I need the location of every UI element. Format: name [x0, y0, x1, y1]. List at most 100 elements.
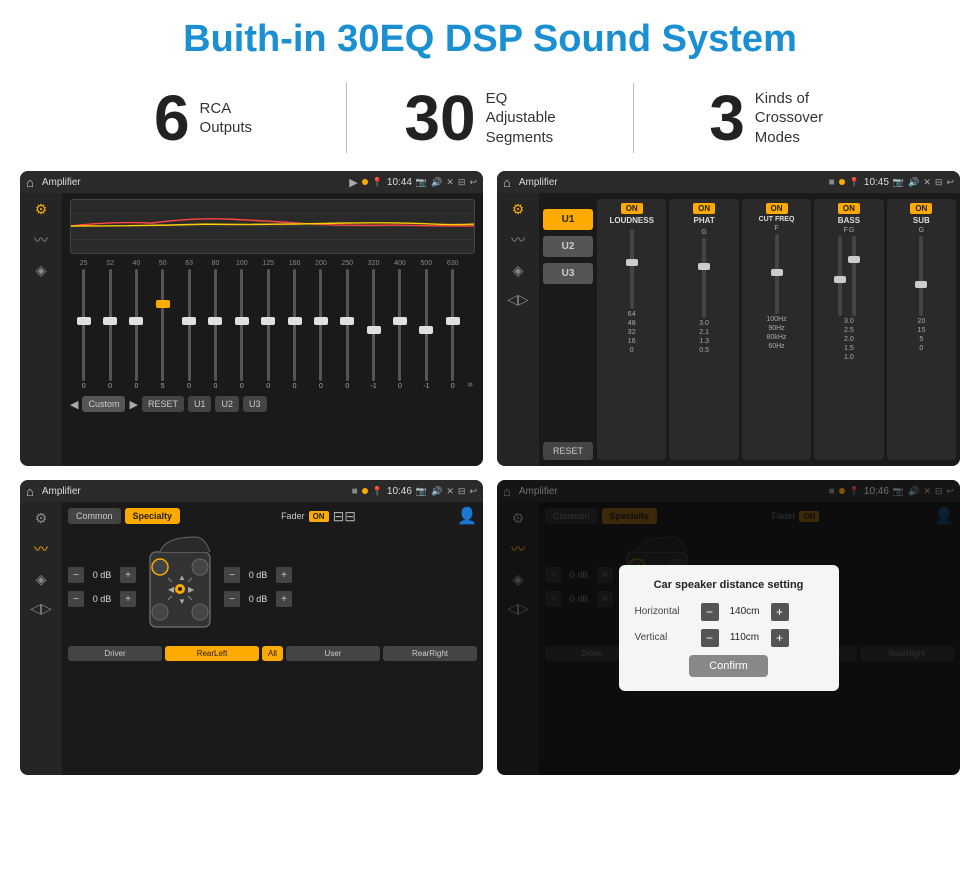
eq-slider-11[interactable]	[372, 269, 375, 381]
eq-slider-8[interactable]	[293, 269, 296, 381]
phat-toggle[interactable]: ON	[693, 203, 715, 214]
crossover-sidebar: ⚙ 〰 ◈ ◁▷	[497, 193, 539, 466]
eq-custom-btn[interactable]: Custom	[82, 396, 125, 412]
u2-btn[interactable]: U2	[543, 236, 593, 257]
vertical-plus-btn[interactable]: +	[771, 629, 789, 647]
minimize-icon-3[interactable]: ⊟	[458, 486, 466, 497]
loudness-toggle[interactable]: ON	[621, 203, 643, 214]
eq-slider-14[interactable]	[451, 269, 454, 381]
back-icon-3[interactable]: ↩	[469, 486, 477, 497]
eq-filter-icon[interactable]: ⚙	[35, 201, 48, 218]
eq-col-1: 32 0	[98, 260, 121, 390]
driver-btn[interactable]: Driver	[68, 646, 162, 661]
horizontal-minus-btn[interactable]: −	[701, 603, 719, 621]
specialty-tab[interactable]: Specialty	[125, 508, 181, 524]
camera-icon-3: 📷	[416, 486, 427, 497]
eq-wave-icon[interactable]: 〰	[34, 230, 48, 250]
crossover-filter-icon[interactable]: ⚙	[512, 201, 525, 218]
minimize-icon-2[interactable]: ⊟	[935, 177, 943, 188]
sub-label: SUB	[913, 216, 930, 225]
eq-slider-1[interactable]	[109, 269, 112, 381]
car-diagram: ▲ ▼ ◀ ▶	[140, 532, 220, 642]
fader-buttons: Driver RearLeft All User RearRight	[68, 646, 477, 661]
eq-slider-4[interactable]	[188, 269, 191, 381]
fader-tr-minus[interactable]: −	[224, 567, 240, 583]
user-btn[interactable]: User	[286, 646, 380, 661]
bass-toggle[interactable]: ON	[838, 203, 860, 214]
fader-wave-icon[interactable]: 〰	[34, 539, 48, 559]
eq-slider-3[interactable]	[161, 269, 164, 381]
fader-vol-icon[interactable]: ◁▷	[30, 600, 52, 617]
confirm-button[interactable]: Confirm	[689, 655, 768, 677]
fader-tr-plus[interactable]: +	[276, 567, 292, 583]
home-icon-2[interactable]: ⌂	[503, 175, 511, 190]
fader-controls: Fader ON ⊟⊟	[281, 508, 356, 525]
loudness-label: LOUDNESS	[609, 216, 653, 225]
crossover-wave-icon[interactable]: 〰	[511, 230, 525, 250]
eq-more-icon[interactable]: »	[467, 379, 473, 390]
fader-br-minus[interactable]: −	[224, 591, 240, 607]
eq-col-10: 250 0	[336, 260, 359, 390]
eq-speaker-icon[interactable]: ◈	[36, 262, 47, 279]
eq-slider-5[interactable]	[214, 269, 217, 381]
volume-icon: 🔊	[431, 177, 442, 188]
eq-col-14: 630 0	[441, 260, 464, 390]
svg-text:▲: ▲	[178, 573, 186, 582]
eq-slider-6[interactable]	[240, 269, 243, 381]
crossover-main: U1 U2 U3 RESET ON LOUDNESS	[543, 199, 956, 460]
home-icon-3[interactable]: ⌂	[26, 484, 34, 499]
u1-btn[interactable]: U1	[543, 209, 593, 230]
eq-reset-btn[interactable]: RESET	[142, 396, 184, 412]
distance-dialog: Car speaker distance setting Horizontal …	[619, 565, 839, 691]
play-icon[interactable]: ▶	[349, 176, 357, 189]
status-dot-2	[839, 179, 845, 185]
fader-filter-icon[interactable]: ⚙	[35, 510, 48, 527]
eq-slider-9[interactable]	[319, 269, 322, 381]
crossover-speaker-icon[interactable]: ◈	[513, 262, 524, 279]
eq-slider-12[interactable]	[398, 269, 401, 381]
back-icon-1[interactable]: ↩	[469, 177, 477, 188]
crossover-reset-btn[interactable]: RESET	[543, 442, 593, 460]
fader-br-plus[interactable]: +	[276, 591, 292, 607]
fader-speaker-icon[interactable]: ◈	[36, 571, 47, 588]
fader-bl-minus[interactable]: −	[68, 591, 84, 607]
fader-sliders-icon[interactable]: ⊟⊟	[333, 508, 356, 525]
fader-bl-plus[interactable]: +	[120, 591, 136, 607]
vertical-minus-btn[interactable]: −	[701, 629, 719, 647]
eq-slider-13[interactable]	[425, 269, 428, 381]
eq-slider-2[interactable]	[135, 269, 138, 381]
horizontal-plus-btn[interactable]: +	[771, 603, 789, 621]
close-icon-1[interactable]: ✕	[446, 177, 454, 188]
rearleft-btn[interactable]: RearLeft	[165, 646, 259, 661]
eq-u1-btn[interactable]: U1	[188, 396, 212, 412]
crossover-vol-icon[interactable]: ◁▷	[507, 291, 529, 308]
home-icon[interactable]: ⌂	[26, 175, 34, 190]
eq-u3-btn[interactable]: U3	[243, 396, 267, 412]
fader-driver-label	[68, 664, 76, 668]
sub-toggle[interactable]: ON	[910, 203, 932, 214]
all-btn[interactable]: All	[262, 646, 283, 661]
fader-tl-minus[interactable]: −	[68, 567, 84, 583]
stat-eq-label: EQ AdjustableSegments	[486, 89, 576, 148]
eq-next-icon[interactable]: ▶	[129, 398, 137, 411]
eq-slider-7[interactable]	[267, 269, 270, 381]
fader-screen-title: Amplifier	[42, 486, 348, 497]
u3-btn[interactable]: U3	[543, 263, 593, 284]
cutfreq-toggle[interactable]: ON	[766, 203, 788, 214]
back-icon-2[interactable]: ↩	[946, 177, 954, 188]
horizontal-value: 140cm	[725, 606, 765, 617]
eq-slider-0[interactable]	[82, 269, 85, 381]
common-tab[interactable]: Common	[68, 508, 121, 524]
minimize-icon-1[interactable]: ⊟	[458, 177, 466, 188]
rearright-btn[interactable]: RearRight	[383, 646, 477, 661]
eq-u2-btn[interactable]: U2	[215, 396, 239, 412]
fader-copilot-row	[68, 664, 477, 668]
fader-tl-plus[interactable]: +	[120, 567, 136, 583]
eq-slider-10[interactable]	[346, 269, 349, 381]
eq-col-2: 40 0	[125, 260, 148, 390]
fader-row-br: − 0 dB +	[224, 591, 292, 607]
eq-prev-icon[interactable]: ◀	[70, 398, 78, 411]
close-icon-3[interactable]: ✕	[446, 486, 454, 497]
close-icon-2[interactable]: ✕	[923, 177, 931, 188]
eq-chart	[70, 199, 475, 254]
